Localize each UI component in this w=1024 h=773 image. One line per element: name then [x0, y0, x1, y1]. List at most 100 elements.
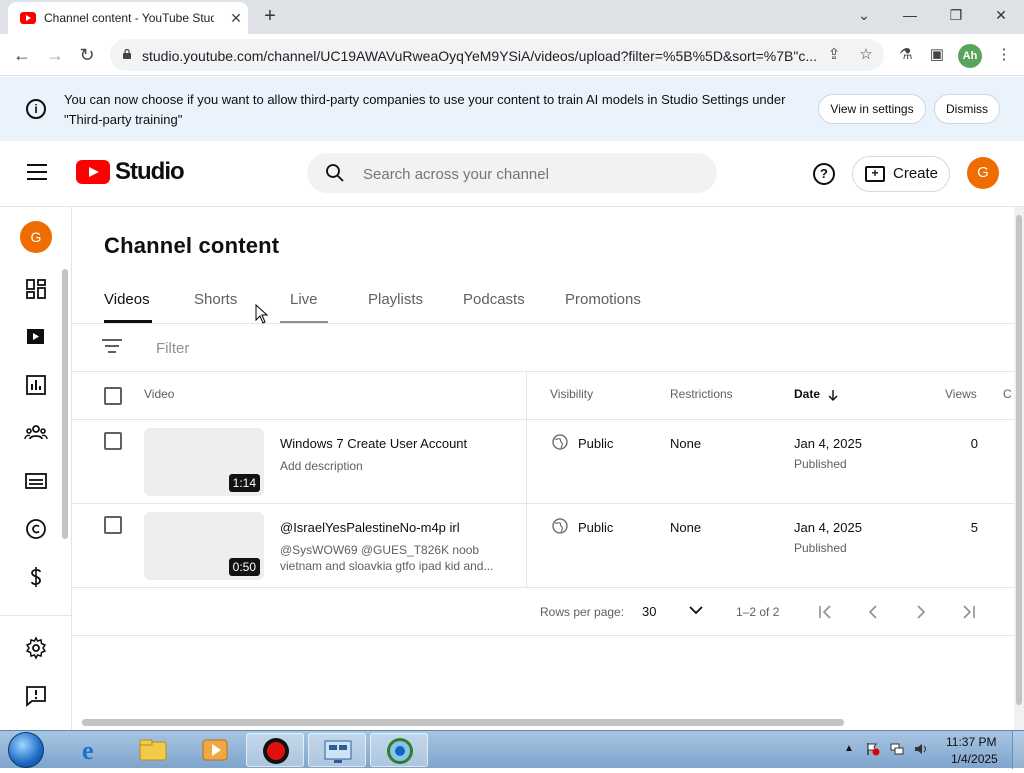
view-in-settings-button[interactable]: View in settings — [818, 94, 926, 124]
internet-explorer-icon[interactable]: e — [62, 733, 120, 767]
file-explorer-icon[interactable] — [124, 733, 182, 767]
feedback-icon[interactable] — [24, 684, 48, 708]
restrictions-value: None — [670, 520, 702, 535]
restore-icon[interactable]: ❐ — [941, 4, 971, 28]
tab-shorts[interactable]: Shorts — [194, 291, 237, 323]
browser-tab-title: Channel content - YouTube Studio — [44, 11, 214, 25]
first-page-icon[interactable] — [814, 600, 838, 624]
vertical-scrollbar-thumb[interactable] — [1016, 215, 1022, 705]
column-header-date[interactable]: Date — [794, 387, 820, 401]
dashboard-icon[interactable] — [24, 277, 48, 301]
create-button[interactable]: + Create — [852, 156, 950, 192]
row-checkbox[interactable] — [104, 516, 122, 534]
window-close-icon[interactable]: ✕ — [986, 4, 1016, 28]
row-checkbox[interactable] — [104, 432, 122, 450]
filter-input[interactable]: Filter — [156, 340, 189, 357]
browser-profile-avatar[interactable]: Ah — [958, 44, 982, 68]
left-nav-rail: G — [0, 207, 72, 730]
channel-search-box[interactable] — [307, 153, 717, 193]
vertical-scrollbar-track[interactable] — [1014, 207, 1024, 730]
date-value: Jan 4, 2025 — [794, 520, 862, 535]
analytics-icon[interactable] — [24, 373, 48, 397]
tab-podcasts[interactable]: Podcasts — [463, 291, 525, 323]
select-all-checkbox[interactable] — [104, 387, 122, 405]
visibility-value[interactable]: Public — [578, 436, 613, 451]
back-arrow-icon[interactable]: ← — [9, 43, 35, 69]
side-panel-icon[interactable]: ▣ — [925, 43, 949, 67]
browser-menu-icon[interactable]: ⋮ — [992, 43, 1016, 67]
dismiss-button[interactable]: Dismiss — [934, 94, 1000, 124]
table-row[interactable]: 0:50 @IsraelYesPalestineNo-m4p irl @SysW… — [72, 504, 1014, 588]
url-text: studio.youtube.com/channel/UC19AWAVuRwea… — [142, 48, 817, 64]
column-header-restrictions[interactable]: Restrictions — [670, 387, 733, 401]
remote-desktop-icon[interactable] — [308, 733, 366, 767]
column-header-views[interactable]: Views — [945, 387, 977, 401]
share-icon[interactable]: ⇪ — [824, 45, 844, 65]
pagination-range: 1–2 of 2 — [736, 605, 780, 619]
tab-playlists[interactable]: Playlists — [368, 291, 423, 323]
youtube-logo-icon[interactable] — [76, 160, 110, 184]
reload-icon[interactable]: ↻ — [74, 43, 100, 69]
globe-icon — [552, 434, 568, 450]
last-page-icon[interactable] — [956, 600, 980, 624]
video-thumbnail[interactable]: 1:14 — [144, 428, 264, 496]
settings-gear-icon[interactable] — [24, 636, 48, 660]
bookmark-star-icon[interactable]: ☆ — [856, 45, 876, 65]
filter-icon[interactable] — [102, 339, 122, 355]
studio-logo-text[interactable]: Studio — [115, 158, 185, 186]
rows-per-page-select[interactable]: 30 — [642, 604, 656, 619]
minimize-icon[interactable]: — — [895, 4, 925, 28]
extension-flask-icon[interactable]: ⚗ — [894, 43, 918, 67]
channel-avatar[interactable]: G — [20, 221, 52, 253]
tab-search-chevron-down-icon[interactable]: ⌄ — [849, 4, 879, 28]
show-hidden-icons-icon[interactable]: ▲ — [844, 742, 858, 756]
network-icon[interactable] — [890, 742, 904, 756]
search-input[interactable] — [363, 164, 703, 184]
horizontal-scrollbar[interactable] — [82, 719, 844, 726]
filter-divider — [72, 371, 1014, 372]
earn-dollar-icon[interactable] — [24, 565, 48, 589]
account-avatar[interactable]: G — [967, 157, 999, 189]
tabs-divider — [72, 323, 1014, 324]
forward-arrow-icon[interactable]: → — [42, 43, 68, 69]
duration-badge: 0:50 — [228, 558, 260, 576]
column-header-comments[interactable]: C — [1003, 387, 1012, 401]
tab-videos[interactable]: Videos — [104, 291, 150, 323]
copyright-icon[interactable] — [24, 517, 48, 541]
tab-close-icon[interactable]: ✕ — [226, 8, 246, 28]
windows-start-icon[interactable] — [8, 732, 44, 768]
chrome-browser-icon[interactable] — [370, 733, 428, 767]
tab-live[interactable]: Live — [290, 291, 318, 323]
previous-page-icon[interactable] — [861, 600, 885, 624]
show-desktop-button[interactable] — [1012, 731, 1024, 769]
help-icon[interactable]: ? — [813, 163, 835, 185]
new-tab-button[interactable]: + — [258, 5, 282, 29]
visibility-value[interactable]: Public — [578, 520, 613, 535]
info-icon: i — [26, 99, 46, 119]
address-bar[interactable]: studio.youtube.com/channel/UC19AWAVuRwea… — [110, 39, 884, 71]
clock-date[interactable]: 1/4/2025 — [951, 752, 998, 766]
date-value: Jan 4, 2025 — [794, 436, 862, 451]
chevron-down-icon[interactable] — [688, 602, 704, 618]
table-row[interactable]: 1:14 Windows 7 Create User Account Add d… — [72, 420, 1014, 504]
rail-scrollbar[interactable] — [62, 269, 68, 539]
video-thumbnail[interactable]: 0:50 — [144, 512, 264, 580]
video-title[interactable]: @IsraelYesPalestineNo-m4p irl — [280, 520, 510, 535]
community-icon[interactable] — [24, 421, 48, 445]
media-player-icon[interactable] — [186, 733, 244, 767]
sort-down-arrow-icon[interactable] — [827, 389, 839, 401]
duration-badge: 1:14 — [228, 474, 260, 492]
video-title[interactable]: Windows 7 Create User Account — [280, 436, 510, 451]
screen-recorder-icon[interactable] — [246, 733, 304, 767]
content-icon[interactable] — [24, 325, 48, 349]
tab-promotions[interactable]: Promotions — [565, 291, 641, 323]
next-page-icon[interactable] — [909, 600, 933, 624]
column-header-visibility[interactable]: Visibility — [550, 387, 593, 401]
clock-time[interactable]: 11:37 PM — [946, 735, 996, 749]
subtitles-icon[interactable] — [24, 469, 48, 493]
restrictions-value: None — [670, 436, 702, 451]
volume-icon[interactable] — [914, 742, 928, 756]
hamburger-menu-icon[interactable] — [27, 164, 47, 180]
action-center-flag-icon[interactable] — [866, 742, 880, 756]
browser-tab[interactable]: Channel content - YouTube Studio ✕ — [8, 2, 248, 34]
